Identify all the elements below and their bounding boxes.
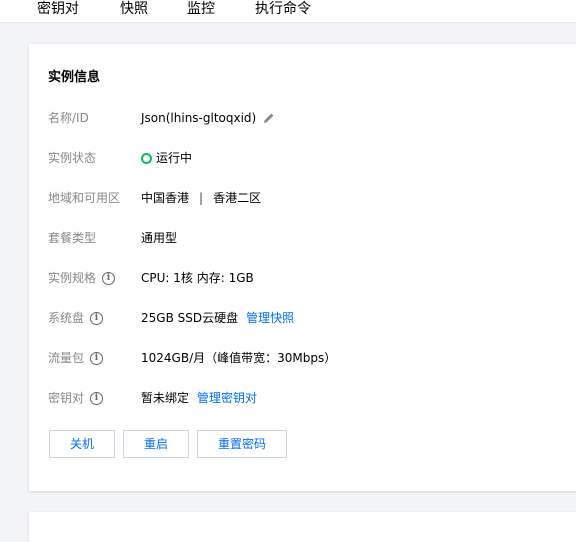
traffic-label-text: 流量包	[48, 351, 85, 365]
name-label-text: 名称/ID	[48, 111, 89, 125]
manage-keypair-link[interactable]: 管理密钥对	[197, 388, 257, 408]
row-disk: 系统盘 i 25GB SSD云硬盘 管理快照	[29, 308, 576, 328]
tab-execute-command[interactable]: 执行命令	[255, 0, 311, 20]
plan-label: 套餐类型	[48, 228, 96, 248]
status-text: 运行中	[156, 151, 193, 165]
status-label: 实例状态	[48, 148, 96, 168]
row-status: 实例状态 运行中	[29, 148, 576, 168]
plan-label-text: 套餐类型	[48, 231, 97, 245]
tab-bar: 密钥对 快照 监控 执行命令	[0, 0, 576, 23]
keypair-text: 暂未绑定	[141, 391, 190, 405]
name-value: Json(lhins-gltoqxid)	[141, 108, 275, 128]
row-spec: 实例规格 i CPU: 1核 内存: 1GB	[29, 268, 576, 288]
card-title: 实例信息	[48, 70, 101, 85]
keypair-value: 暂未绑定 管理密钥对	[141, 388, 257, 408]
region-label: 地域和可用区	[48, 188, 120, 208]
next-card	[29, 512, 576, 542]
tab-keypair[interactable]: 密钥对	[37, 0, 79, 20]
traffic-text: 1024GB/月（峰值带宽：30Mbps）	[141, 351, 337, 365]
disk-label: 系统盘 i	[48, 308, 104, 328]
pencil-icon[interactable]	[263, 112, 275, 124]
restart-button[interactable]: 重启	[123, 430, 189, 458]
tab-monitoring[interactable]: 监控	[187, 0, 215, 20]
manage-snapshot-link[interactable]: 管理快照	[246, 308, 294, 328]
plan-text: 通用型	[141, 231, 178, 245]
info-icon[interactable]: i	[90, 391, 104, 405]
status-label-text: 实例状态	[48, 151, 97, 165]
zone-text: 香港二区	[213, 191, 262, 205]
region-separator: |	[199, 191, 204, 205]
disk-text: 25GB SSD云硬盘	[141, 311, 239, 325]
region-label-text: 地域和可用区	[48, 191, 121, 205]
status-dot-icon	[141, 152, 152, 164]
spec-label: 实例规格 i	[48, 268, 116, 288]
reset-password-button[interactable]: 重置密码	[197, 430, 287, 458]
disk-value: 25GB SSD云硬盘 管理快照	[141, 308, 294, 328]
keypair-label-text: 密钥对	[48, 391, 85, 405]
tab-snapshot[interactable]: 快照	[120, 0, 148, 20]
shutdown-button[interactable]: 关机	[49, 430, 115, 458]
spec-value: CPU: 1核 内存: 1GB	[141, 268, 254, 288]
status-value: 运行中	[141, 148, 192, 168]
keypair-label: 密钥对 i	[48, 388, 104, 408]
row-plan: 套餐类型 通用型	[29, 228, 576, 248]
traffic-value: 1024GB/月（峰值带宽：30Mbps）	[141, 348, 336, 368]
info-icon[interactable]: i	[90, 351, 104, 365]
row-name: 名称/ID Json(lhins-gltoqxid)	[29, 108, 576, 128]
instance-name: Json(lhins-gltoqxid)	[141, 111, 257, 125]
spec-text: CPU: 1核 内存: 1GB	[141, 271, 254, 285]
name-label: 名称/ID	[48, 108, 89, 128]
region-value: 中国香港 | 香港二区	[141, 188, 261, 208]
row-traffic: 流量包 i 1024GB/月（峰值带宽：30Mbps）	[29, 348, 576, 368]
instance-info-card: 实例信息 名称/ID Json(lhins-gltoqxid) 实例状态 运行中…	[29, 44, 576, 491]
row-keypair: 密钥对 i 暂未绑定 管理密钥对	[29, 388, 576, 408]
info-icon[interactable]: i	[90, 311, 104, 325]
region-text: 中国香港	[141, 191, 190, 205]
row-region: 地域和可用区 中国香港 | 香港二区	[29, 188, 576, 208]
traffic-label: 流量包 i	[48, 348, 104, 368]
spec-label-text: 实例规格	[48, 271, 97, 285]
plan-value: 通用型	[141, 228, 177, 248]
disk-label-text: 系统盘	[48, 311, 85, 325]
info-icon[interactable]: i	[102, 271, 116, 285]
